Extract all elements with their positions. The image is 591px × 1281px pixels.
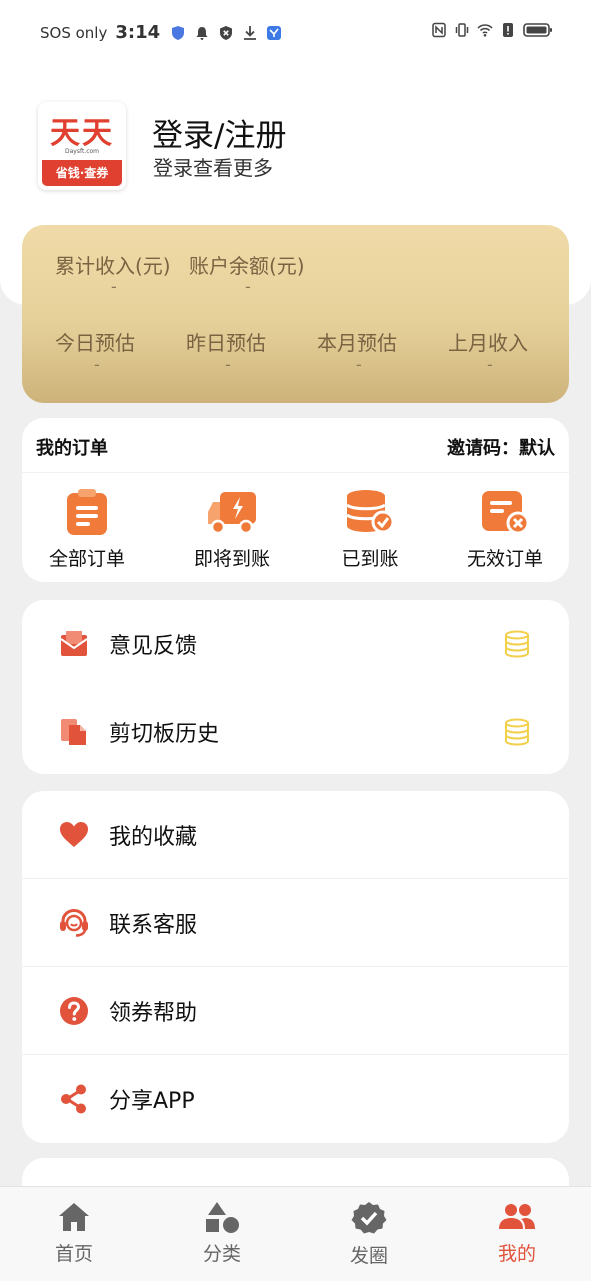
coin-stack-icon [505, 718, 529, 746]
stat-label: 今日预估 [55, 331, 135, 355]
favorites-label: 我的收藏 [109, 825, 198, 850]
stat-label: 昨日预估 [186, 331, 266, 355]
total-income-label: 累计收入(元) [55, 254, 171, 278]
divider [22, 472, 569, 473]
heart-icon [60, 822, 88, 847]
status-bar: SOS only 3:14 [0, 0, 591, 64]
my-orders-card: 我的订单 邀请码：默认 全部订单 即将到账 已到账 无效订单 [22, 418, 569, 582]
category-shapes-icon [206, 1202, 239, 1233]
arrived-button[interactable]: 已到账 [305, 488, 435, 571]
coins-check-icon [346, 490, 395, 534]
order-item-label: 已到账 [341, 548, 399, 570]
app-logo: 天天 Daysft.com 省钱·查券 [38, 102, 126, 190]
order-item-label: 即将到账 [193, 548, 270, 570]
login-subtitle: 登录查看更多 [153, 156, 273, 180]
share-app-item[interactable]: 分享APP [22, 1055, 569, 1143]
order-list-icon [67, 489, 107, 535]
clipboard-history-item[interactable]: 剪切板历史 [22, 688, 569, 776]
tab-label: 我的 [497, 1243, 536, 1265]
stat-value: - [356, 355, 362, 374]
order-item-label: 全部订单 [48, 548, 125, 570]
bell-icon [196, 26, 208, 40]
invite-code[interactable]: 邀请码：默认 [447, 434, 555, 460]
invalid-order-icon [482, 491, 530, 535]
clipboard-history-label: 剪切板历史 [109, 722, 220, 747]
earnings-card: 累计收入(元) - 账户余额(元) - 今日预估 - 昨日预估 - 本月预估 -… [22, 225, 569, 403]
favorites-item[interactable]: 我的收藏 [22, 791, 569, 879]
home-icon [59, 1203, 89, 1231]
balance-value: - [245, 277, 251, 296]
stat-value: - [487, 355, 493, 374]
feedback-label: 意见反馈 [109, 634, 198, 659]
balance-label: 账户余额(元) [189, 254, 305, 278]
logo-text: 天天 [50, 116, 114, 151]
stat-label: 上月收入 [448, 331, 528, 355]
bottom-tab-bar: 首页 分类 发圈 我的 [0, 1186, 591, 1281]
my-orders-title: 我的订单 [36, 438, 108, 459]
carrier-text: SOS only [40, 23, 108, 42]
coupon-help-item[interactable]: 领券帮助 [22, 967, 569, 1055]
alert-icon [503, 23, 513, 37]
stat-value: - [94, 355, 100, 374]
logo-slogan: 省钱·查券 [42, 160, 122, 186]
login-register-link[interactable]: 登录/注册 [152, 110, 286, 155]
customer-service-label: 联系客服 [109, 913, 198, 938]
stat-value: - [225, 355, 231, 374]
users-icon [499, 1204, 535, 1229]
total-income-value: - [111, 277, 117, 296]
battery-icon [523, 23, 552, 37]
shield-icon [172, 25, 185, 40]
share-app-label: 分享APP [109, 1089, 195, 1114]
vibrate-icon [455, 23, 469, 37]
feedback-item[interactable]: 意见反馈 [22, 600, 569, 688]
tab-label: 发圈 [349, 1245, 388, 1267]
coin-stack-icon [505, 630, 529, 658]
share-icon [61, 1084, 86, 1114]
help-icon [60, 997, 88, 1025]
headset-icon [60, 908, 88, 937]
tab-label: 首页 [54, 1243, 93, 1265]
tab-moments[interactable]: 发圈 [314, 1201, 424, 1268]
tab-mine[interactable]: 我的 [462, 1201, 572, 1266]
pending-arrival-button[interactable]: 即将到账 [167, 488, 297, 571]
delivery-truck-icon [208, 492, 256, 535]
menu-card-general: 我的收藏 联系客服 领券帮助 分享APP [22, 791, 569, 1143]
stat-label: 本月预估 [317, 331, 397, 355]
nfc-icon [432, 22, 446, 38]
coupon-help-label: 领券帮助 [109, 1001, 198, 1026]
logo-domain: Daysft.com [64, 148, 100, 155]
order-item-label: 无效订单 [466, 548, 543, 570]
wifi-icon [477, 24, 493, 37]
clock: 3:14 [115, 22, 161, 43]
customer-service-item[interactable]: 联系客服 [22, 879, 569, 967]
feedback-mail-icon [60, 631, 88, 656]
app-notification-icon [267, 25, 282, 40]
tab-label: 分类 [202, 1243, 241, 1265]
tab-home[interactable]: 首页 [19, 1201, 129, 1266]
blocked-icon [220, 25, 233, 40]
download-icon [244, 25, 257, 40]
menu-card-tools: 意见反馈 剪切板历史 [22, 600, 569, 774]
invalid-orders-button[interactable]: 无效订单 [440, 488, 570, 571]
clipboard-icon [61, 719, 86, 745]
tab-category[interactable]: 分类 [167, 1201, 277, 1266]
verified-badge-icon [351, 1202, 387, 1234]
all-orders-button[interactable]: 全部订单 [22, 488, 152, 571]
